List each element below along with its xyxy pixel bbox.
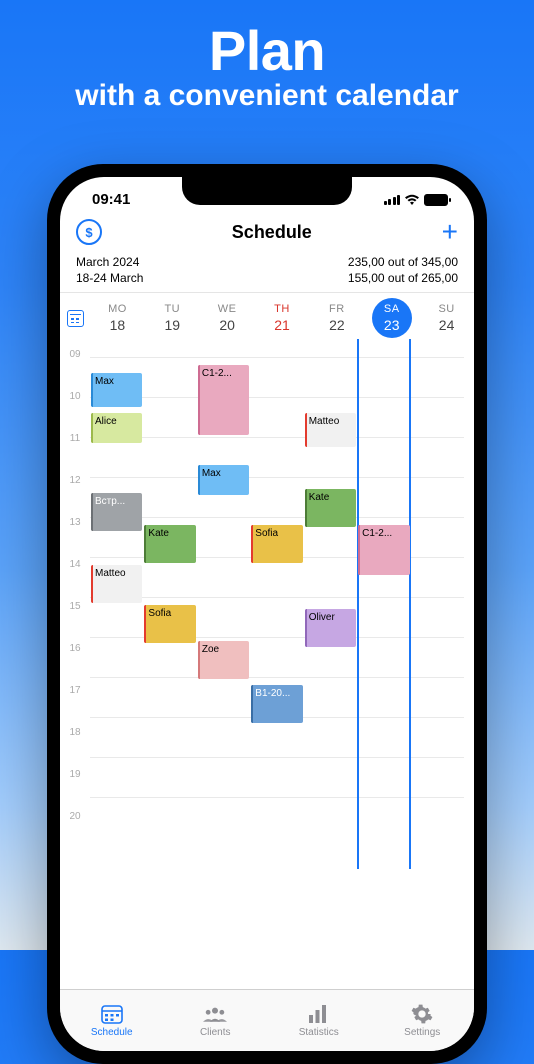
summary-week-stats: 155,00 out of 265,00 [348,271,458,285]
time-label: 14 [60,549,90,591]
signal-icon [384,195,401,205]
summary-panel: March 2024 235,00 out of 345,00 18-24 Ma… [60,254,474,293]
day-header-row: MO 18TU 19WE 20TH 21 FR 22SA23 SA23SU 24 [60,293,474,339]
nav-bar: $ Schedule + [60,212,474,254]
summary-week-label: 18-24 March [76,271,143,285]
calendar-event[interactable]: Kate [144,525,195,563]
day-number: 18 [90,317,145,333]
tab-label: Settings [404,1027,440,1038]
today-column-highlight [357,339,410,869]
tab-statistics[interactable]: Statistics [267,990,371,1051]
add-button[interactable]: + [442,218,458,246]
tab-label: Statistics [299,1027,339,1038]
calendar-event[interactable]: Max [198,465,249,495]
event-label: Alice [95,416,117,427]
time-label: 12 [60,465,90,507]
event-label: Zoe [202,644,219,655]
calendar-event[interactable]: Matteo [305,413,356,447]
calendar-grid[interactable]: 091011121314151617181920 Max Alice Встр...… [60,339,474,869]
day-column-mo[interactable]: MO 18 [90,303,145,333]
time-label: 17 [60,675,90,717]
day-abbr: TH [255,303,310,315]
today-indicator: SA23 [372,298,412,338]
currency-button[interactable]: $ [76,219,102,245]
event-label: Matteo [95,568,126,579]
day-column-tu[interactable]: TU 19 [145,303,200,333]
day-column-fr[interactable]: FR 22 [309,303,364,333]
schedule-icon [100,1003,124,1025]
time-label: 09 [60,339,90,381]
event-label: Встр... [95,496,125,507]
page-title: Schedule [232,222,312,243]
summary-month-stats: 235,00 out of 345,00 [348,255,458,269]
day-abbr: SU [419,303,474,315]
time-label: 11 [60,423,90,465]
calendar-event[interactable]: C1-2... [198,365,249,435]
time-label: 15 [60,591,90,633]
clients-icon [203,1003,227,1025]
day-column-su[interactable]: SU 24 [419,303,474,333]
event-label: Max [202,468,221,479]
event-label: B1-20... [255,688,290,699]
day-column-sa[interactable]: SA23 SA23 [364,303,419,333]
day-abbr: MO [90,303,145,315]
tab-label: Schedule [91,1027,133,1038]
time-label: 20 [60,801,90,843]
calendar-event[interactable]: Встр... [91,493,142,531]
day-abbr: WE [200,303,255,315]
time-label: 13 [60,507,90,549]
phone-frame: 09:41 $ Schedule + March 2024 235,00 out… [47,164,487,1064]
time-label: 16 [60,633,90,675]
day-number: 21 [255,317,310,333]
summary-month-label: March 2024 [76,255,139,269]
day-number: 22 [309,317,364,333]
tab-bar: Schedule Clients Statistics Settings [60,989,474,1051]
promo-banner: Plan with a convenient calendar [0,0,534,113]
day-column-we[interactable]: WE 20 [200,303,255,333]
calendar-event[interactable]: Oliver [305,609,356,647]
promo-title: Plan [0,18,534,83]
tab-clients[interactable]: Clients [164,990,268,1051]
calendar-event[interactable]: Kate [305,489,356,527]
event-label: Oliver [309,612,335,623]
event-label: Kate [309,492,330,503]
tab-label: Clients [200,1027,231,1038]
event-label: Max [95,376,114,387]
settings-icon [410,1003,434,1025]
calendar-event[interactable]: C1-2... [358,525,409,575]
event-label: C1-2... [202,368,232,379]
phone-notch [182,177,352,205]
tab-schedule[interactable]: Schedule [60,990,164,1051]
tab-settings[interactable]: Settings [371,990,475,1051]
day-number: 19 [145,317,200,333]
day-number: 24 [419,317,474,333]
calendar-event[interactable]: Zoe [198,641,249,679]
day-abbr: TU [145,303,200,315]
statistics-icon [307,1003,331,1025]
calendar-event[interactable]: Sofia [251,525,302,563]
wifi-icon [404,194,420,206]
battery-icon [424,194,448,206]
calendar-event[interactable]: Alice [91,413,142,443]
status-time: 09:41 [92,191,130,208]
promo-subtitle: with a convenient calendar [0,79,534,113]
day-column-th[interactable]: TH 21 [255,303,310,333]
day-abbr: FR [309,303,364,315]
calendar-icon [67,310,84,327]
calendar-event[interactable]: Max [91,373,142,407]
mini-calendar-button[interactable] [60,303,90,333]
calendar-event[interactable]: B1-20... [251,685,302,723]
calendar-event[interactable]: Sofia [144,605,195,643]
event-label: C1-2... [362,528,392,539]
event-label: Sofia [255,528,278,539]
event-label: Kate [148,528,169,539]
event-label: Sofia [148,608,171,619]
time-label: 18 [60,717,90,759]
time-label: 19 [60,759,90,801]
calendar-event[interactable]: Matteo [91,565,142,603]
day-number: 20 [200,317,255,333]
event-label: Matteo [309,416,340,427]
time-label: 10 [60,381,90,423]
